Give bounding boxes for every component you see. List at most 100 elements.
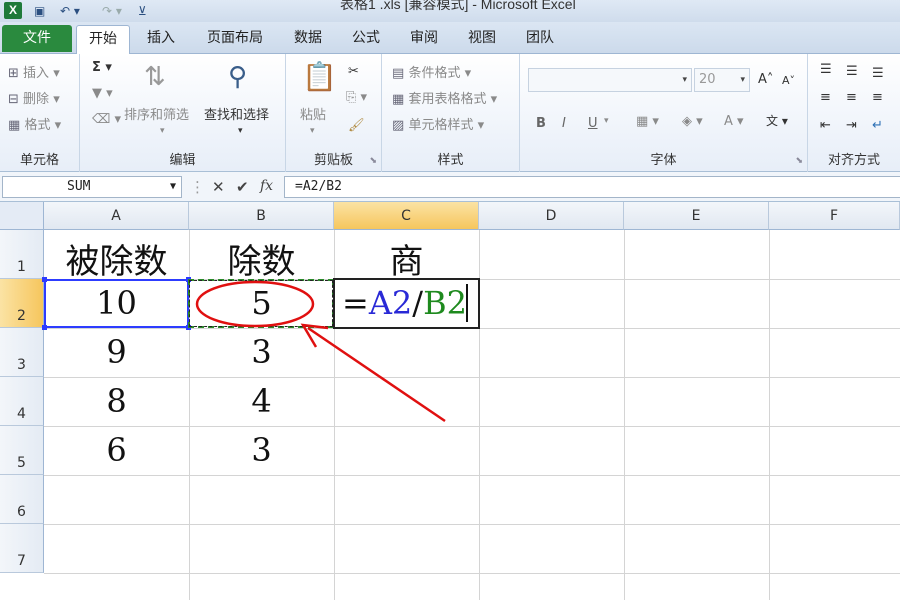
- enter-icon[interactable]: ✔: [236, 178, 249, 196]
- grid-line: [44, 377, 900, 378]
- font-size-select[interactable]: 20 ▾: [694, 68, 750, 92]
- table-format-button[interactable]: ▦ 套用表格格式 ▾: [392, 88, 497, 107]
- delete-cells-button[interactable]: ⊟ 删除 ▾: [8, 88, 60, 107]
- column-header-c[interactable]: C: [334, 202, 479, 230]
- cell-b3[interactable]: 3: [189, 333, 334, 371]
- name-box[interactable]: SUM ▼: [2, 176, 182, 198]
- cell-c1[interactable]: 商: [334, 234, 479, 283]
- find-select-button[interactable]: 查找和选择: [204, 104, 269, 123]
- underline-button[interactable]: U: [588, 116, 598, 131]
- tab-view[interactable]: 视图: [458, 25, 506, 54]
- undo-icon[interactable]: ↶ ▾: [60, 2, 80, 20]
- grow-font-icon[interactable]: A˄: [758, 72, 773, 87]
- font-color-icon[interactable]: A ▾: [724, 114, 744, 129]
- formula-bar-grip-icon: ⋮: [190, 178, 205, 196]
- grid-line: [624, 230, 625, 600]
- align-bottom-icon[interactable]: ☰: [872, 66, 884, 81]
- worksheet-grid[interactable]: A B C D E F 1 2 3 4 5 6 7 被除数 除数 商 10 5 …: [0, 202, 900, 600]
- select-all-corner[interactable]: [0, 202, 44, 230]
- column-header-a[interactable]: A: [44, 202, 189, 230]
- tab-data[interactable]: 数据: [284, 25, 332, 54]
- conditional-format-label: 条件格式: [408, 66, 461, 81]
- column-header-f[interactable]: F: [769, 202, 900, 230]
- copy-icon[interactable]: ⎘ ▾: [346, 90, 367, 105]
- cell-a3[interactable]: 9: [44, 333, 189, 371]
- insert-function-icon[interactable]: fx: [260, 178, 273, 194]
- underline-dropdown-icon[interactable]: ▾: [604, 116, 609, 126]
- align-right-icon[interactable]: ≡: [872, 90, 883, 105]
- cell-a4[interactable]: 8: [44, 382, 189, 420]
- fill-color-icon[interactable]: ◈ ▾: [682, 114, 703, 129]
- format-painter-icon[interactable]: 🖌: [348, 118, 365, 133]
- row-header-3[interactable]: 3: [0, 328, 44, 377]
- cell-a5[interactable]: 6: [44, 431, 189, 469]
- row-header-7[interactable]: 7: [0, 524, 44, 573]
- formula-input[interactable]: =A2/B2: [284, 176, 900, 198]
- tab-home[interactable]: 开始: [76, 25, 130, 54]
- border-icon[interactable]: ▦ ▾: [636, 114, 659, 129]
- delete-cells-icon: ⊟: [8, 92, 19, 107]
- redo-icon[interactable]: ↷ ▾: [102, 2, 122, 20]
- delete-cells-label: 删除: [23, 92, 50, 107]
- increase-indent-icon[interactable]: ⇥: [846, 118, 857, 133]
- format-cells-icon: ▦: [8, 118, 21, 133]
- window-title: 表格1 .xls [兼容模式] - Microsoft Excel: [340, 0, 576, 12]
- wrap-text-icon[interactable]: ↵: [872, 118, 883, 133]
- italic-button[interactable]: I: [562, 116, 566, 131]
- conditional-format-button[interactable]: ▤ 条件格式 ▾: [392, 62, 471, 81]
- row-header-5[interactable]: 5: [0, 426, 44, 475]
- sort-filter-button[interactable]: 排序和筛选: [124, 104, 189, 123]
- align-middle-icon[interactable]: ☰: [846, 64, 858, 79]
- editing-group: Σ ▾ ▼ ▾ ⌫ ▾ ⇅ 排序和筛选 ▾ ⚲ 查找和选择 ▾ 编辑: [80, 54, 286, 172]
- bold-button[interactable]: B: [536, 116, 546, 131]
- decrease-indent-icon[interactable]: ⇤: [820, 118, 831, 133]
- fill-icon[interactable]: ▼ ▾: [92, 86, 113, 101]
- font-size-value: 20: [699, 72, 716, 87]
- align-center-icon[interactable]: ≡: [846, 90, 857, 105]
- autosum-icon[interactable]: Σ ▾: [92, 60, 112, 75]
- tab-team[interactable]: 团队: [516, 25, 564, 54]
- grid-line: [769, 230, 770, 600]
- tab-insert[interactable]: 插入: [136, 25, 186, 54]
- format-cells-button[interactable]: ▦ 格式 ▾: [8, 114, 61, 133]
- phonetic-icon[interactable]: 文 ▾: [766, 112, 788, 129]
- clipboard-launcher-icon[interactable]: ⬊: [369, 156, 377, 166]
- styles-group: ▤ 条件格式 ▾ ▦ 套用表格格式 ▾ ▨ 单元格样式 ▾ 样式: [382, 54, 520, 172]
- save-icon[interactable]: ▣: [34, 2, 45, 20]
- cancel-icon[interactable]: ✕: [212, 178, 225, 196]
- cell-a1[interactable]: 被除数: [44, 234, 189, 283]
- row-header-6[interactable]: 6: [0, 475, 44, 524]
- cell-b1[interactable]: 除数: [189, 234, 334, 283]
- tab-formulas[interactable]: 公式: [342, 25, 390, 54]
- chevron-down-icon[interactable]: ▼: [170, 177, 176, 197]
- format-cells-label: 格式: [24, 118, 51, 133]
- row-header-4[interactable]: 4: [0, 377, 44, 426]
- font-name-select[interactable]: ▾: [528, 68, 692, 92]
- font-launcher-icon[interactable]: ⬊: [795, 156, 803, 166]
- align-left-icon[interactable]: ≡: [820, 90, 831, 105]
- excel-app-icon[interactable]: X: [4, 2, 22, 19]
- reference-highlight-a2: [42, 277, 191, 330]
- column-header-e[interactable]: E: [624, 202, 769, 230]
- shrink-font-icon[interactable]: A˅: [782, 74, 795, 87]
- cell-b5[interactable]: 3: [189, 431, 334, 469]
- tab-review[interactable]: 审阅: [400, 25, 448, 54]
- row-header-2[interactable]: 2: [0, 279, 44, 328]
- column-header-d[interactable]: D: [479, 202, 624, 230]
- resize-handle[interactable]: [42, 325, 47, 330]
- customize-icon[interactable]: ⊻: [138, 2, 147, 20]
- clear-icon[interactable]: ⌫ ▾: [92, 112, 121, 127]
- tab-file[interactable]: 文件: [2, 25, 72, 52]
- cut-icon[interactable]: ✂: [348, 64, 359, 79]
- cell-b4[interactable]: 4: [189, 382, 334, 420]
- paste-button[interactable]: 粘贴: [300, 104, 326, 123]
- tab-page-layout[interactable]: 页面布局: [196, 25, 274, 54]
- clipboard-group-label: 剪贴板: [313, 153, 353, 168]
- align-top-icon[interactable]: ☰: [820, 62, 832, 77]
- resize-handle[interactable]: [42, 277, 47, 282]
- cell-style-button[interactable]: ▨ 单元格样式 ▾: [392, 114, 484, 133]
- insert-cells-label: 插入: [23, 66, 50, 81]
- insert-cells-button[interactable]: ⊞ 插入 ▾: [8, 62, 60, 81]
- column-header-b[interactable]: B: [189, 202, 334, 230]
- row-header-1[interactable]: 1: [0, 230, 44, 279]
